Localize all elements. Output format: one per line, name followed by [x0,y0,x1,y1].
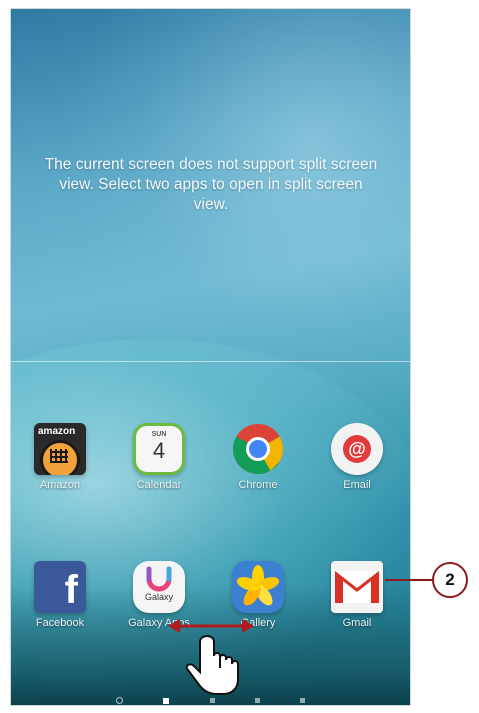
app-label: Chrome [238,479,278,491]
app-gmail[interactable]: Gmail [312,561,402,629]
at-sign-icon: @ [343,435,371,463]
app-email[interactable]: @ Email [312,423,402,491]
app-chrome[interactable]: Chrome [213,423,303,491]
chrome-icon [232,423,284,475]
phone-screen: The current screen does not support spli… [10,8,411,706]
facebook-icon: f [34,561,86,613]
facebook-f-glyph: f [64,568,78,612]
amazon-grid-shape [50,449,68,463]
gmail-icon [331,561,383,613]
callout-line [385,579,435,581]
app-facebook[interactable]: f Facebook [15,561,105,629]
amazon-icon: amazon [34,423,86,475]
galaxy-logo-text: Galaxy [144,592,173,602]
calendar-day: SUN [151,431,167,438]
gallery-icon [232,561,284,613]
app-label: Gmail [342,617,372,629]
amazon-logo-text: amazon [38,426,76,437]
app-label: Email [343,479,371,491]
email-icon: @ [331,423,383,475]
page-dot[interactable] [300,698,306,704]
home-page-dot[interactable] [115,697,123,705]
split-screen-message: The current screen does not support spli… [44,156,378,213]
app-calendar[interactable]: SUN 4 Calendar [114,423,204,491]
swipe-gesture-icon [166,612,256,707]
app-amazon[interactable]: amazon Amazon [15,423,105,491]
calendar-icon: SUN 4 [133,423,185,475]
callout-number: 2 [432,562,468,598]
app-label: Facebook [35,617,85,629]
app-label: Amazon [39,479,81,491]
galaxy-apps-icon: Galaxy [133,561,185,613]
calendar-date: 4 [152,438,166,463]
app-label: Calendar [136,479,182,491]
split-screen-divider [11,361,410,362]
